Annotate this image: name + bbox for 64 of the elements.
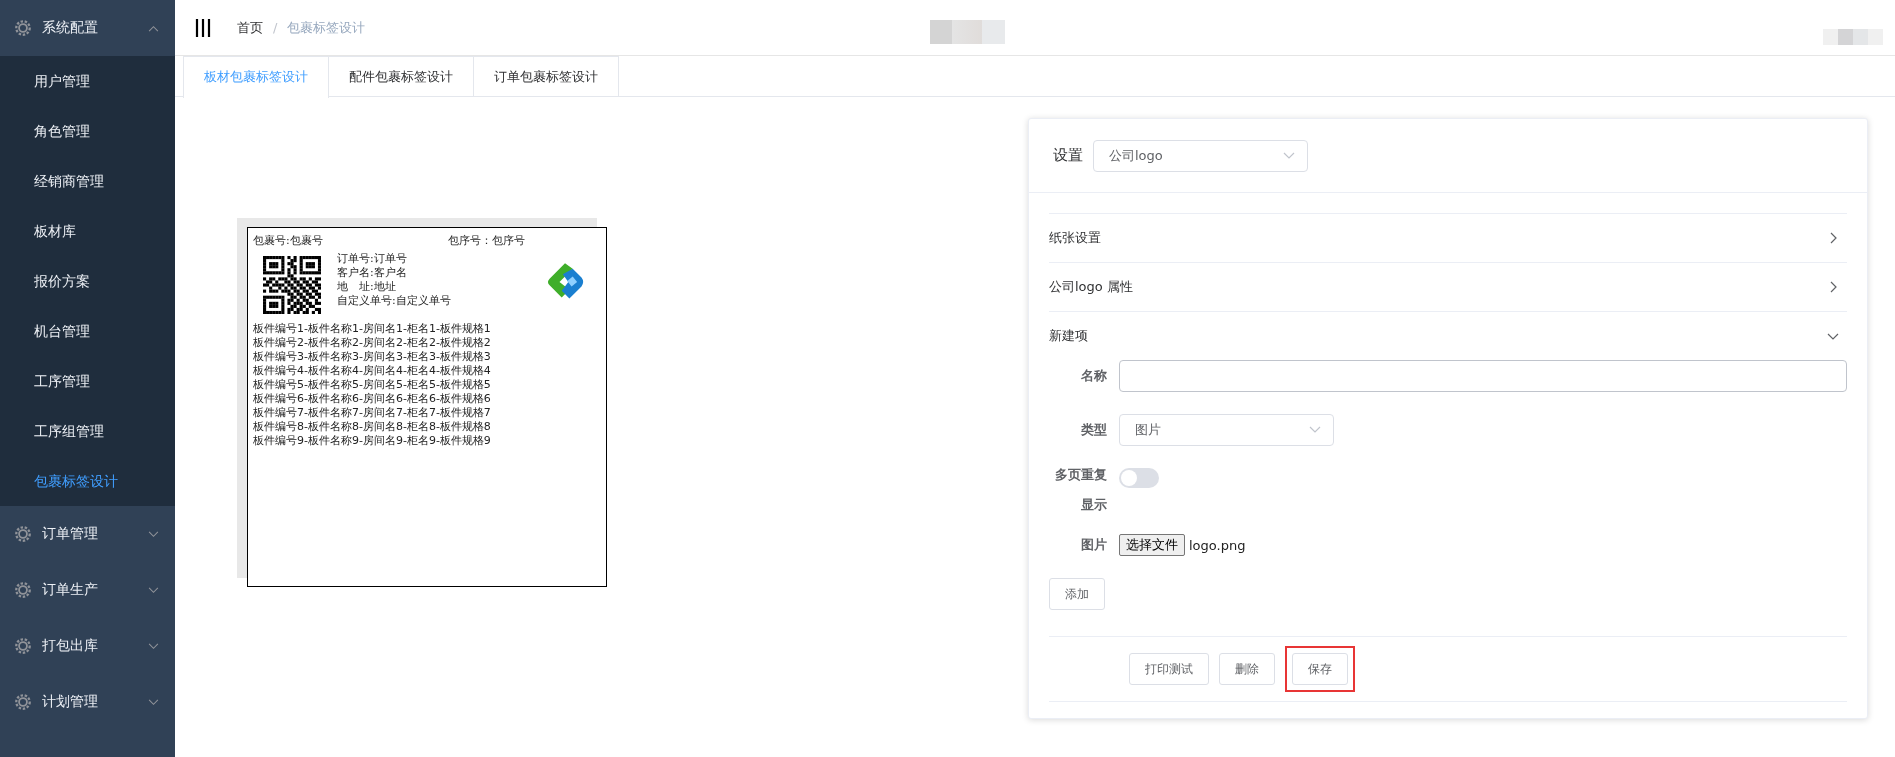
package-number: 包裹号:包裹号 (253, 234, 323, 248)
file-name: logo.png (1189, 537, 1246, 553)
chevron-down-icon (148, 530, 159, 538)
choose-file-button[interactable]: 选择文件 (1119, 534, 1185, 556)
menu-item[interactable]: 报价方案 (0, 256, 175, 306)
item-line: 板件编号4-板件名称4-房间名4-柜名4-板件规格4 (253, 364, 492, 378)
settings-label: 设置 (1053, 146, 1083, 165)
gear-icon (14, 693, 32, 711)
item-line: 板件编号8-板件名称8-房间名8-柜名8-板件规格8 (253, 420, 492, 434)
sequence-number: 包序号：包序号 (447, 234, 525, 248)
info-line: 订单号:订单号 (337, 252, 408, 266)
item-line: 板件编号3-板件名称3-房间名3-柜名3-板件规格3 (253, 350, 492, 364)
menu-item[interactable]: 工序组管理 (0, 406, 175, 456)
gear-icon (14, 525, 32, 543)
item-line: 板件编号9-板件名称9-房间名9-柜名9-板件规格9 (253, 434, 492, 448)
breadcrumb-link[interactable]: 首页 (237, 18, 263, 37)
field-label: 类型 (1080, 421, 1108, 439)
item-line: 板件编号6-板件名称6-房间名6-柜名6-板件规格6 (253, 392, 492, 406)
menu-group[interactable]: 计划管理 (0, 674, 175, 730)
menu-group[interactable]: 打包出库 (0, 618, 175, 674)
menu-item[interactable]: 经销商管理 (0, 156, 175, 206)
chevron-up-icon (148, 24, 159, 32)
field-label: 多页重复显示 (1054, 466, 1108, 514)
menu-item[interactable]: 用户管理 (0, 56, 175, 106)
gear-icon (14, 637, 32, 655)
name-input[interactable] (1119, 360, 1847, 392)
chevron-down-icon (148, 586, 159, 594)
gear-icon (14, 581, 32, 599)
menu-item[interactable]: 包裹标签设计 (0, 456, 175, 506)
toggle-switch[interactable] (1119, 468, 1159, 488)
add-button[interactable]: 添加 (1049, 578, 1105, 610)
qr-code-icon (263, 256, 321, 314)
type-select[interactable]: 图片 (1119, 414, 1334, 446)
breadcrumb-current: 包裹标签设计 (287, 18, 366, 37)
menu-icon[interactable] (195, 17, 211, 38)
item-line: 板件编号1-板件名称1-房间名1-柜名1-板件规格1 (253, 322, 492, 336)
action-button[interactable]: 删除 (1219, 653, 1275, 685)
item-line: 板件编号2-板件名称2-房间名2-柜名2-板件规格2 (253, 336, 492, 350)
settings-select[interactable]: 公司logo (1093, 139, 1308, 172)
item-line: 板件编号7-板件名称7-房间名7-柜名7-板件规格7 (253, 406, 492, 420)
gear-icon (14, 19, 32, 37)
collapse-header[interactable]: 纸张设置 (1049, 213, 1847, 262)
blurred-block (1823, 29, 1883, 45)
menu-group[interactable]: 订单生产 (0, 562, 175, 618)
menu-group[interactable]: 系统配置 (0, 0, 175, 56)
info-line: 客户名:客户名 (337, 266, 408, 280)
menu-group[interactable]: 订单管理 (0, 506, 175, 562)
collapse-header[interactable]: 公司logo 属性 (1049, 262, 1847, 311)
field-label: 图片 (1080, 536, 1108, 554)
field-label: 名称 (1080, 367, 1108, 385)
menu-item[interactable]: 板材库 (0, 206, 175, 256)
chevron-down-icon (148, 642, 159, 650)
menu-item[interactable]: 机台管理 (0, 306, 175, 356)
tab[interactable]: 配件包裹标签设计 (329, 56, 474, 97)
menu-item[interactable]: 角色管理 (0, 106, 175, 156)
action-button[interactable]: 打印测试 (1129, 653, 1209, 685)
action-button[interactable]: 保存 (1292, 653, 1348, 685)
tab[interactable]: 订单包裹标签设计 (474, 56, 619, 97)
menu-item[interactable]: 工序管理 (0, 356, 175, 406)
info-line: 地 址:地址 (337, 280, 397, 294)
breadcrumb-separator: / (273, 20, 278, 35)
chevron-down-icon (148, 698, 159, 706)
info-line: 自定义单号:自定义单号 (337, 294, 452, 308)
item-line: 板件编号5-板件名称5-房间名5-柜名5-板件规格5 (253, 378, 492, 392)
